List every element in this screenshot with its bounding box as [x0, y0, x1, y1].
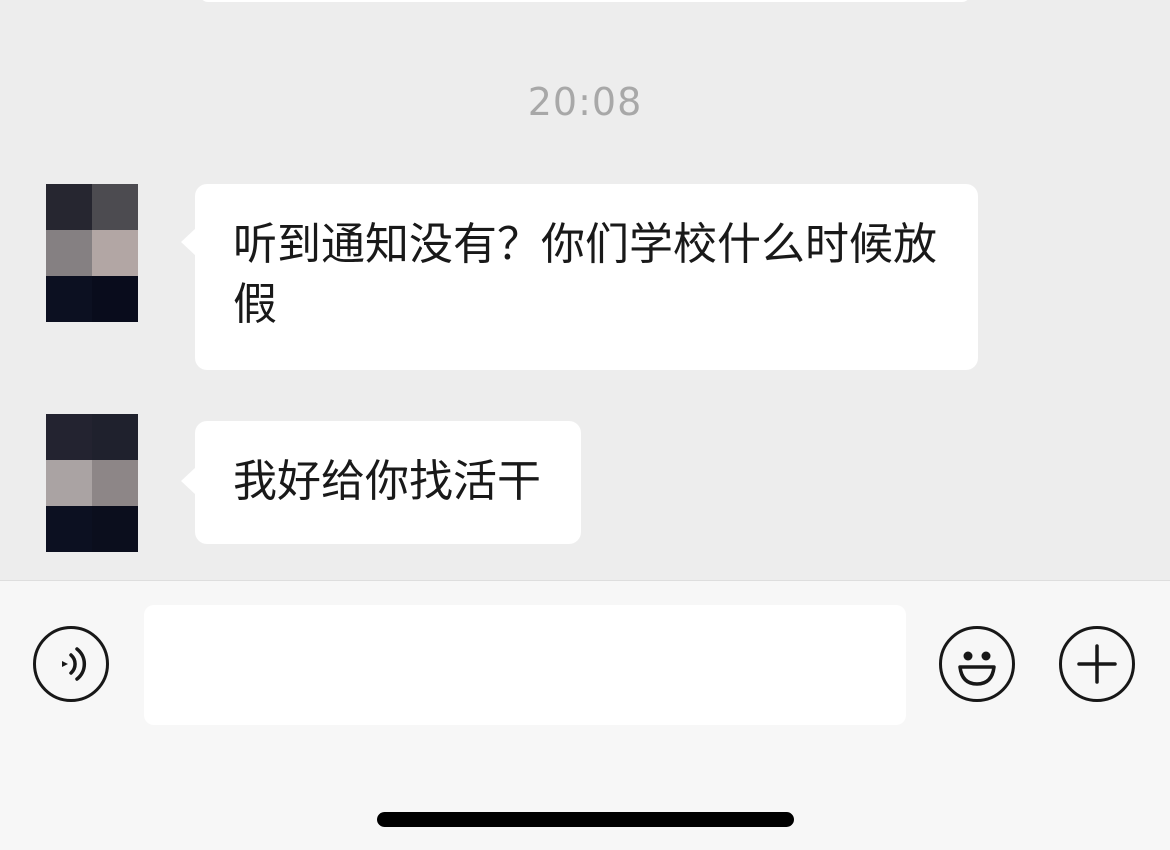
- plus-icon: [1077, 644, 1117, 684]
- voice-button[interactable]: [33, 626, 109, 702]
- voice-icon: [62, 647, 87, 681]
- chat-area: 20:08 听到通知没有？你们学校什么时候放假 我好给你找活干: [0, 0, 1170, 580]
- avatar-pixel: [46, 230, 92, 276]
- contact-avatar[interactable]: [46, 414, 138, 552]
- avatar-pixel: [46, 506, 92, 552]
- message-timestamp: 20:08: [527, 80, 643, 124]
- contact-avatar[interactable]: [46, 184, 138, 322]
- avatar-pixel: [46, 184, 92, 230]
- message-input[interactable]: [144, 605, 906, 725]
- chat-input-bar: [0, 580, 1170, 850]
- emoji-button[interactable]: [939, 626, 1015, 702]
- previous-message-edge: [200, 0, 970, 2]
- avatar-pixel: [92, 506, 138, 552]
- avatar-pixel: [92, 460, 138, 506]
- message-bubble[interactable]: 听到通知没有？你们学校什么时候放假: [181, 184, 978, 370]
- avatar-pixel: [46, 414, 92, 460]
- avatar-pixel: [92, 230, 138, 276]
- avatar-pixel: [92, 276, 138, 322]
- avatar-pixel: [46, 460, 92, 506]
- emoji-icon: [958, 651, 996, 686]
- avatar-pixel: [46, 276, 92, 322]
- avatar-pixel: [92, 184, 138, 230]
- more-button[interactable]: [1059, 626, 1135, 702]
- home-indicator[interactable]: [377, 812, 794, 827]
- avatar-pixel: [92, 414, 138, 460]
- message-bubble[interactable]: 我好给你找活干: [181, 421, 581, 544]
